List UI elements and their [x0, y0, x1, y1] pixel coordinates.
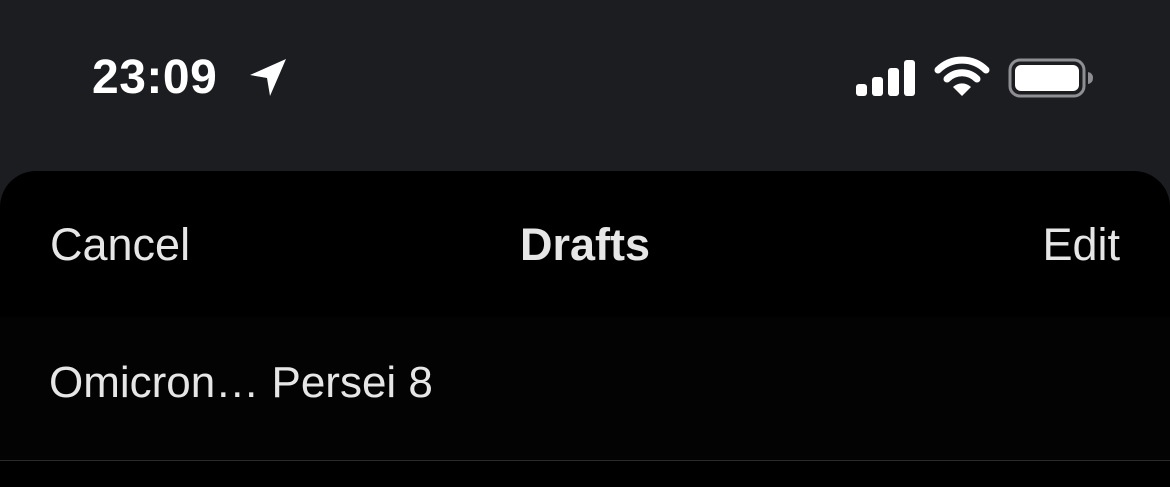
- wifi-icon: [934, 56, 990, 96]
- battery-icon: [1008, 58, 1093, 98]
- status-time: 23:09: [92, 51, 218, 104]
- page-title: Drafts: [519, 219, 651, 270]
- list-item[interactable]: Omicron… Persei 8: [0, 317, 1170, 460]
- cellular-signal-icon: [856, 60, 915, 96]
- drafts-sheet: Cancel Drafts Edit Omicron… Persei 8: [0, 171, 1170, 487]
- location-arrow-icon: [250, 59, 286, 96]
- nav-bar: Cancel Drafts Edit: [0, 171, 1170, 317]
- divider: [0, 460, 1170, 461]
- draft-text: Omicron… Persei 8: [49, 358, 433, 407]
- status-bar: 23:09: [0, 0, 1170, 170]
- edit-button[interactable]: Edit: [1042, 217, 1120, 273]
